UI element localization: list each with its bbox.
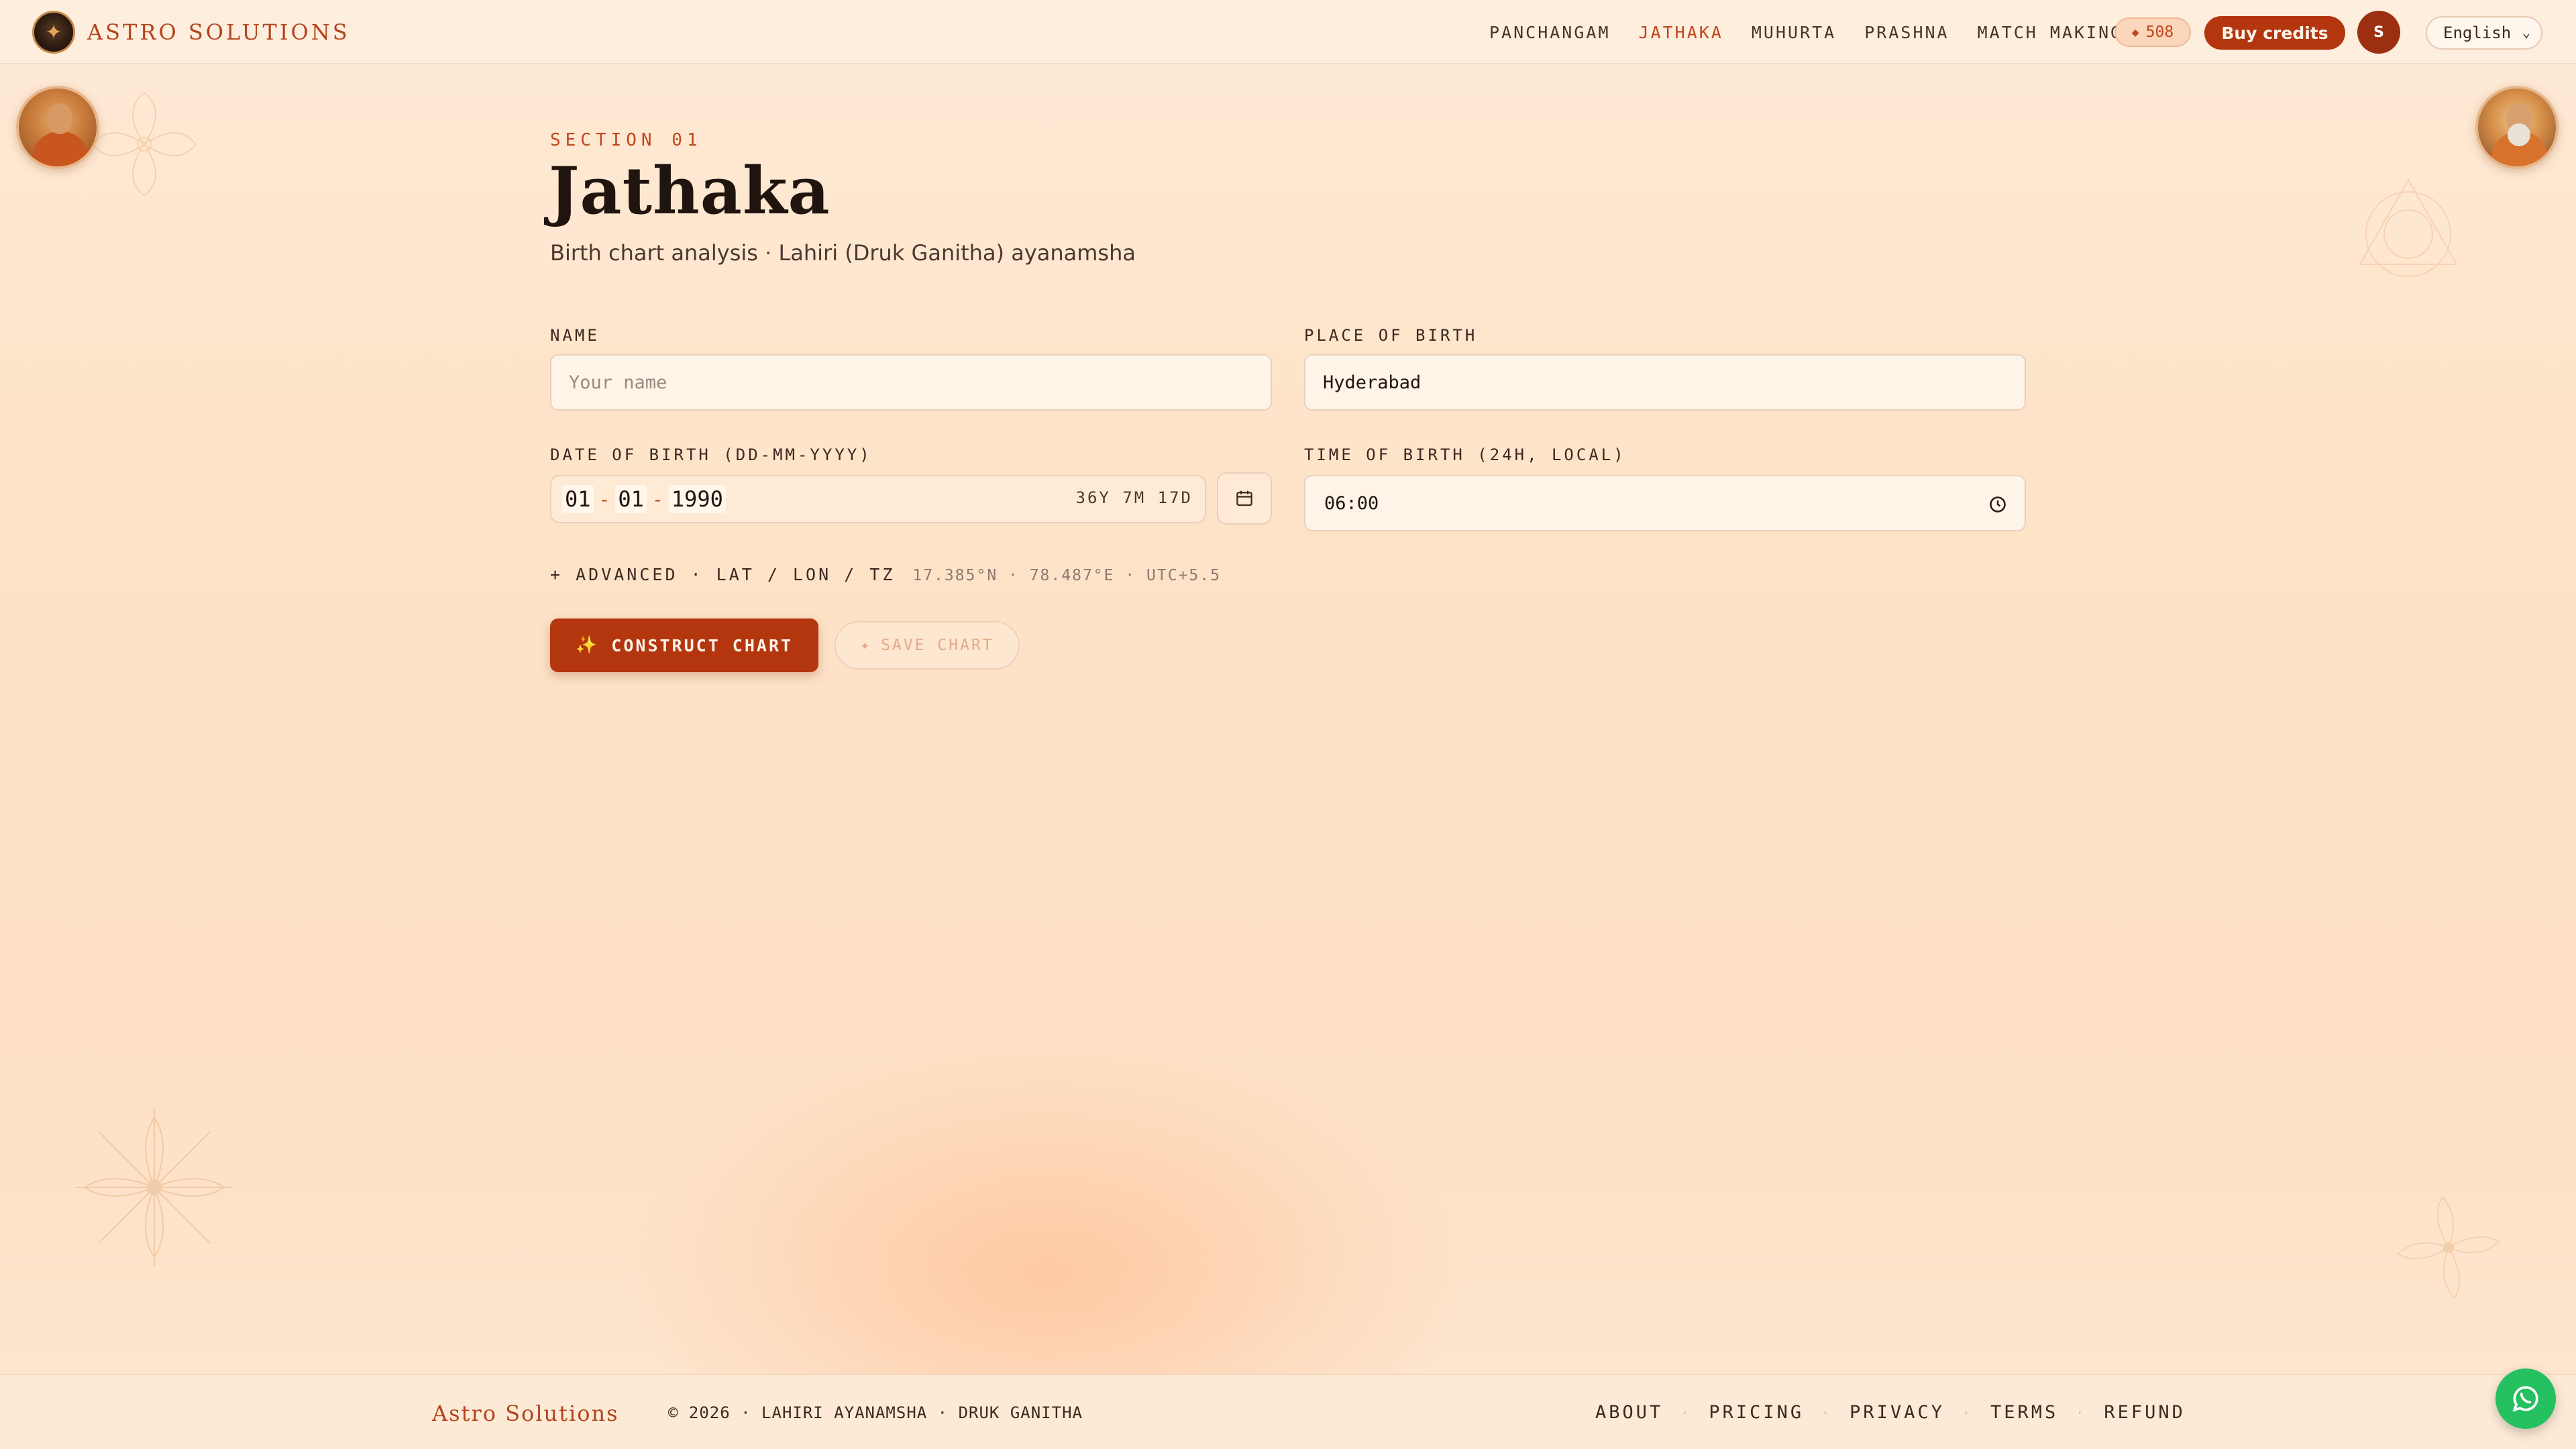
footer-links: ABOUT · PRICING · PRIVACY · TERMS · REFU… [1595, 1402, 2186, 1423]
brand-logo-icon [32, 11, 75, 54]
place-of-birth-label: PLACE OF BIRTH [1304, 326, 1478, 345]
footer-link-about[interactable]: ABOUT [1595, 1402, 1663, 1423]
footer-link-pricing[interactable]: PRICING [1709, 1402, 1804, 1423]
sparkles-icon: ✨ [575, 635, 600, 655]
advanced-toggle[interactable]: + ADVANCED · LAT / LON / TZ [550, 565, 895, 584]
whatsapp-icon [2512, 1386, 2538, 1412]
footer-copyright: © 2026 · LAHIRI AYANAMSHA · DRUK GANITHA [668, 1403, 1083, 1422]
nav-item-jathaka[interactable]: JATHAKA [1639, 23, 1723, 42]
save-chart-button[interactable]: ✦ SAVE CHART [835, 621, 1020, 669]
time-of-birth-value: 06:00 [1324, 492, 1379, 514]
page-footer: Astro Solutions © 2026 · LAHIRI AYANAMSH… [0, 1374, 2576, 1449]
chevron-down-icon: ⌄ [2522, 24, 2530, 40]
nav-item-muhurta[interactable]: MUHURTA [1752, 23, 1836, 42]
top-navigation-bar: ASTRO SOLUTIONS PANCHANGAM JATHAKA MUHUR… [0, 0, 2576, 64]
nav-item-match-making[interactable]: MATCH MAKING [1978, 23, 2123, 42]
page-subtitle: Birth chart analysis · Lahiri (Druk Gani… [550, 240, 1136, 266]
dob-separator: - [651, 488, 663, 511]
footer-link-refund[interactable]: REFUND [2104, 1402, 2186, 1423]
computed-age: 36Y 7M 17D [1075, 488, 1193, 507]
calendar-icon [1236, 490, 1252, 506]
save-chart-label: SAVE CHART [881, 637, 994, 654]
date-of-birth-label: DATE OF BIRTH (DD-MM-YYYY) [550, 445, 872, 464]
mandala-decoration-icon [2388, 1181, 2509, 1315]
clock-icon[interactable] [1988, 495, 2007, 514]
user-avatar[interactable]: S [2357, 11, 2400, 54]
date-of-birth-input[interactable]: 01 - 01 - 1990 36Y 7M 17D [550, 475, 1206, 523]
footer-brand[interactable]: Astro Solutions [432, 1401, 619, 1426]
whatsapp-chat-button[interactable] [2496, 1368, 2556, 1429]
name-input[interactable] [550, 354, 1272, 411]
mandala-decoration-icon [2348, 168, 2469, 288]
main-nav: PANCHANGAM JATHAKA MUHURTA PRASHNA MATCH… [1489, 0, 2151, 64]
nav-item-prashna[interactable]: PRASHNA [1864, 23, 1949, 42]
credits-count: 508 [2145, 23, 2174, 41]
language-select[interactable]: English ⌄ [2426, 16, 2542, 50]
dob-month-segment[interactable]: 01 [615, 485, 647, 513]
place-of-birth-input[interactable] [1304, 354, 2026, 411]
language-selected-value: English [2443, 23, 2512, 42]
coordinates-summary: 17.385°N · 78.487°E · UTC+5.5 [912, 567, 1221, 584]
diamond-icon: ◆ [2131, 25, 2139, 40]
brand-name: ASTRO SOLUTIONS [87, 19, 350, 45]
dob-day-segment[interactable]: 01 [562, 485, 594, 513]
construct-chart-button[interactable]: ✨ CONSTRUCT CHART [550, 619, 818, 672]
mandala-decoration-icon [87, 74, 201, 215]
page-title: Jathaka [549, 153, 830, 229]
advanced-settings-row: + ADVANCED · LAT / LON / TZ 17.385°N · 7… [550, 565, 1221, 584]
dob-year-segment[interactable]: 1990 [668, 485, 726, 513]
credits-balance-badge[interactable]: ◆ 508 [2114, 17, 2191, 47]
section-eyebrow: SECTION 01 [550, 130, 702, 150]
dob-separator: - [598, 488, 610, 511]
sage-portrait-right [2475, 86, 2559, 169]
mandala-decoration-icon [67, 1100, 241, 1275]
footer-link-terms[interactable]: TERMS [1990, 1402, 2058, 1423]
time-of-birth-input[interactable]: 06:00 [1304, 475, 2026, 531]
nav-item-panchangam[interactable]: PANCHANGAM [1489, 23, 1611, 42]
footer-link-privacy[interactable]: PRIVACY [1849, 1402, 1945, 1423]
star-icon: ✦ [860, 637, 872, 654]
time-of-birth-label: TIME OF BIRTH (24H, LOCAL) [1304, 445, 1626, 464]
construct-chart-label: CONSTRUCT CHART [611, 635, 794, 655]
calendar-picker-button[interactable] [1217, 472, 1272, 525]
name-field-label: NAME [550, 326, 600, 345]
buy-credits-button[interactable]: Buy credits [2204, 16, 2345, 50]
brand[interactable]: ASTRO SOLUTIONS [32, 11, 350, 54]
